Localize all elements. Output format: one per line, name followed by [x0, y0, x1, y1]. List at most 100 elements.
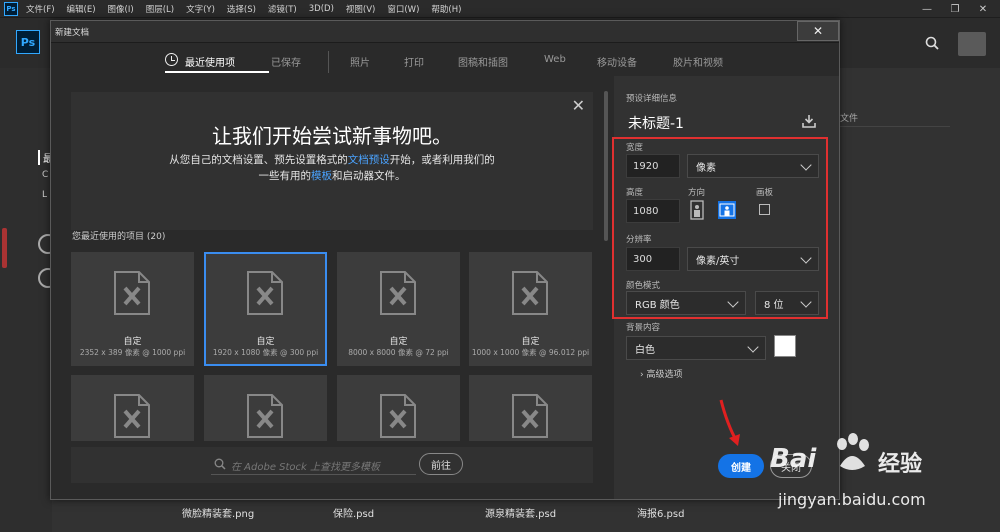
avatar[interactable] — [958, 32, 986, 56]
dialog-close-icon[interactable]: ✕ — [797, 21, 839, 41]
active-tab-underline — [165, 71, 269, 73]
recent-item-size: 1000 x 1000 像素 @ 96.012 ppi — [471, 348, 590, 357]
tab-film-video[interactable]: 胶片和视频 — [673, 54, 723, 69]
recent-item-card[interactable] — [337, 375, 460, 441]
stock-search-input[interactable]: 在 Adobe Stock 上查找更多模板 — [231, 458, 380, 473]
recent-item-size: 8000 x 8000 像素 @ 72 ppi — [348, 348, 449, 357]
recent-item-card[interactable]: 自定 2352 x 389 像素 @ 1000 ppi — [71, 252, 194, 366]
welcome-banner: 让我们开始尝试新事物吧。 从您自己的文档设置、预先设置格式的文档预设开始，或者利… — [71, 92, 593, 230]
recent-file-name[interactable]: 海报6.psd — [637, 505, 684, 520]
recent-item-card[interactable] — [469, 375, 592, 441]
background-label: 背景内容 — [626, 323, 661, 333]
minimize-icon[interactable]: — — [912, 0, 942, 18]
tab-print[interactable]: 打印 — [404, 54, 424, 69]
watermark-jingyan: 经验 — [878, 452, 923, 477]
photoshop-logo-icon: Ps — [4, 1, 18, 16]
background-value: 白色 — [635, 344, 655, 356]
document-presets-link[interactable]: 文档预设 — [348, 154, 390, 166]
recent-file-name[interactable]: 源泉精装套.psd — [485, 505, 556, 520]
dialog-title: 新建文档 — [55, 28, 90, 38]
menu-select[interactable]: 选择(S) — [227, 3, 256, 15]
recent-item-card-selected[interactable]: 自定 1920 x 1080 像素 @ 300 ppi — [204, 252, 327, 366]
recent-file-name[interactable]: 微脸精装套.png — [182, 505, 254, 520]
adobe-stock-search-bar: 在 Adobe Stock 上查找更多模板 前往 — [71, 447, 593, 483]
baidu-jingyan-watermark: Bai 经验 jingyan.baidu.com — [770, 420, 1000, 532]
recent-item-card[interactable]: 自定 1000 x 1000 像素 @ 96.012 ppi — [469, 252, 592, 366]
search-icon[interactable] — [925, 36, 939, 50]
maximize-icon[interactable]: ❐ — [940, 0, 970, 18]
scrollbar[interactable] — [603, 81, 609, 491]
menu-help[interactable]: 帮助(H) — [431, 3, 461, 15]
tab-mobile[interactable]: 移动设备 — [597, 54, 637, 69]
background-color-swatch[interactable] — [774, 335, 796, 357]
stock-go-button[interactable]: 前往 — [419, 453, 463, 475]
menu-3d[interactable]: 3D(D) — [309, 4, 334, 14]
create-button[interactable]: 创建 — [718, 454, 764, 478]
welcome-line-2: 一些有用的模板和启动器文件。 — [71, 168, 593, 183]
home-left-panel: 最 C L — [0, 68, 58, 532]
menu-image[interactable]: 图像(I) — [108, 3, 134, 15]
menu-file[interactable]: 文件(F) — [26, 3, 55, 15]
divider — [840, 126, 950, 127]
scroll-indicator — [2, 228, 7, 268]
clock-icon — [165, 53, 178, 66]
recent-items-header: 您最近使用的项目 (20) — [72, 232, 166, 242]
tab-photo[interactable]: 照片 — [350, 54, 370, 69]
save-preset-icon[interactable] — [801, 114, 817, 128]
red-arrow-annotation-icon — [719, 399, 740, 446]
home-nav-item[interactable]: L — [42, 190, 47, 200]
watermark-brand: Bai — [770, 444, 817, 474]
watermark-url: jingyan.baidu.com — [778, 490, 926, 509]
window-close-icon[interactable]: ✕ — [968, 0, 998, 18]
tab-web[interactable]: Web — [544, 54, 566, 65]
recent-item-name: 自定 — [521, 337, 540, 347]
recent-file-name[interactable]: 保险.psd — [333, 505, 374, 520]
document-name-input[interactable]: 未标题-1 — [628, 113, 684, 133]
welcome-heading: 让我们开始尝试新事物吧。 — [212, 124, 452, 148]
welcome-line-1: 从您自己的文档设置、预先设置格式的文档预设开始，或者利用我们的 — [71, 152, 593, 167]
tab-recent[interactable]: 最近使用项 — [185, 54, 235, 69]
welcome-text: 和启动器文件。 — [332, 170, 406, 182]
advanced-options-label: 高级选项 — [646, 370, 683, 380]
menu-window[interactable]: 窗口(W) — [387, 3, 419, 15]
welcome-text: 一些有用的 — [258, 170, 312, 182]
recent-item-name: 自定 — [389, 337, 408, 347]
scrollbar-thumb[interactable] — [604, 91, 608, 241]
recent-item-size: 2352 x 389 像素 @ 1000 ppi — [79, 348, 186, 357]
document-icon — [247, 394, 283, 438]
stock-search-underline — [211, 474, 416, 475]
close-banner-icon[interactable]: ✕ — [572, 96, 585, 115]
dialog-titlebar: 新建文档 ✕ — [51, 21, 839, 43]
highlight-box — [612, 137, 828, 319]
tab-art-illustration[interactable]: 图稿和插图 — [458, 54, 508, 69]
recent-item-name: 自定 — [123, 337, 142, 347]
advanced-options-toggle[interactable]: › 高级选项 — [640, 367, 682, 380]
recent-item-card[interactable] — [71, 375, 194, 441]
welcome-text: 开始，或者利用我们的 — [389, 154, 495, 166]
photoshop-home-logo-icon: Ps — [16, 30, 40, 54]
templates-link[interactable]: 模板 — [311, 170, 332, 182]
paw-logo-icon — [837, 433, 869, 470]
menu-layer[interactable]: 图层(L) — [146, 3, 174, 15]
background-select[interactable]: 白色 — [626, 336, 766, 360]
document-icon — [512, 271, 548, 315]
tab-saved[interactable]: 已保存 — [271, 54, 301, 69]
menu-view[interactable]: 视图(V) — [346, 3, 375, 15]
document-icon — [247, 271, 283, 315]
recent-item-card[interactable]: 自定 8000 x 8000 像素 @ 72 ppi — [337, 252, 460, 366]
menu-edit[interactable]: 编辑(E) — [67, 3, 96, 15]
document-icon — [512, 394, 548, 438]
preset-details-heading: 预设详细信息 — [626, 94, 678, 104]
welcome-text: 从您自己的文档设置、预先设置格式的 — [169, 154, 348, 166]
recent-item-name: 自定 — [256, 337, 275, 347]
document-icon — [380, 271, 416, 315]
document-icon — [380, 394, 416, 438]
home-file-label: 文件 — [840, 114, 859, 124]
menu-filter[interactable]: 滤镜(T) — [268, 3, 297, 15]
menu-type[interactable]: 文字(Y) — [186, 3, 215, 15]
tab-divider — [328, 51, 329, 73]
recent-item-card[interactable] — [204, 375, 327, 441]
chevron-down-icon — [747, 341, 759, 353]
home-nav-item[interactable]: C — [42, 170, 48, 180]
menu-bar: Ps 文件(F) 编辑(E) 图像(I) 图层(L) 文字(Y) 选择(S) 滤… — [0, 0, 1000, 18]
